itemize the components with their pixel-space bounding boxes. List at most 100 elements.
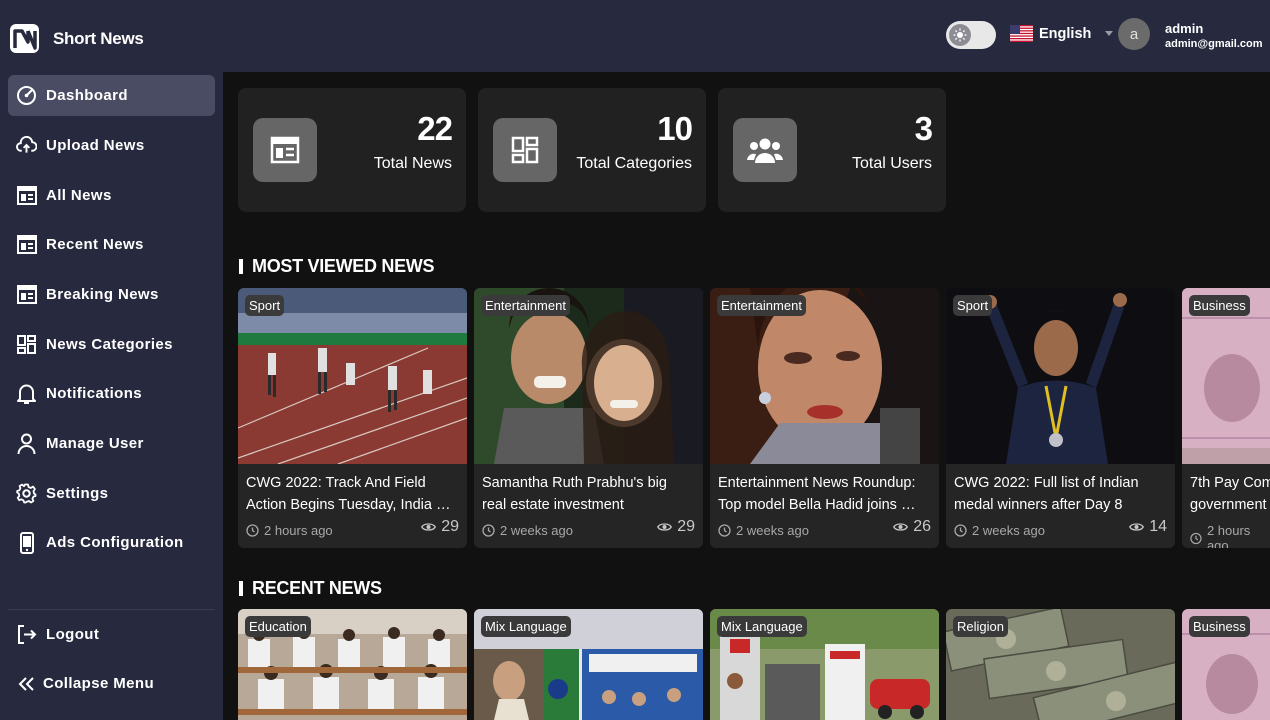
news-time: 2 weeks ago (718, 523, 809, 538)
sidebar-item-news-categories[interactable]: News Categories (8, 324, 215, 365)
collapse-menu-button[interactable]: Collapse Menu (8, 663, 215, 704)
news-time: 2 weeks ago (954, 523, 1045, 538)
news-card[interactable]: Mix Language (474, 609, 703, 720)
newspaper-icon (16, 284, 37, 305)
category-badge[interactable]: Entertainment (481, 295, 570, 316)
category-badge[interactable]: Business (1189, 295, 1250, 316)
news-card[interactable]: Mix Language (710, 609, 939, 720)
mobile-icon (16, 531, 37, 554)
news-time: 2 hours ago (1190, 523, 1270, 548)
gear-icon (16, 483, 37, 504)
sidebar-item-label: Upload News (46, 137, 145, 154)
news-views: 29 (657, 518, 695, 536)
section-bar (239, 259, 243, 274)
news-time: 2 weeks ago (482, 523, 573, 538)
stat-value: 22 (417, 110, 453, 147)
logout-button[interactable]: Logout (8, 614, 215, 655)
user-info[interactable]: admin admin@gmail.com (1165, 21, 1263, 52)
clock-icon (1190, 532, 1202, 544)
category-badge[interactable]: Religion (953, 616, 1008, 637)
news-card[interactable]: Entertainment Entertainment News Roundup… (710, 288, 939, 548)
logout-icon (16, 624, 37, 645)
views-count: 29 (677, 518, 695, 535)
section-heading-recent-news: RECENT NEWS (239, 578, 382, 599)
category-badge[interactable]: Mix Language (717, 616, 807, 637)
sun-icon (949, 24, 971, 46)
stat-label: Total Categories (576, 155, 692, 172)
views-count: 14 (1149, 518, 1167, 535)
news-card[interactable]: Entertainment Samantha Ruth Prabhu's big… (474, 288, 703, 548)
category-badge[interactable]: Sport (245, 295, 285, 316)
sidebar-item-ads-configuration[interactable]: Ads Configuration (8, 522, 215, 563)
sidebar-item-label: Dashboard (46, 87, 128, 104)
time-text: 2 hours ago (264, 523, 333, 538)
sidebar-item-settings[interactable]: Settings (8, 473, 215, 514)
double-chevron-left-icon (16, 673, 37, 694)
sidebar-item-label: News Categories (46, 336, 173, 353)
news-title[interactable]: CWG 2022: Full list of Indian medal winn… (954, 472, 1161, 516)
us-flag-icon (1010, 25, 1033, 42)
section-title: MOST VIEWED NEWS (252, 256, 435, 276)
app-name: Short News (53, 28, 144, 48)
views-count: 26 (913, 518, 931, 535)
news-views: 29 (421, 518, 459, 536)
sidebar-item-notifications[interactable]: Notifications (8, 373, 215, 414)
sidebar-item-upload-news[interactable]: Upload News (8, 125, 215, 166)
logout-label: Logout (46, 626, 100, 643)
stat-value: 3 (914, 110, 933, 147)
sidebar-item-recent-news[interactable]: Recent News (8, 224, 215, 265)
category-badge[interactable]: Mix Language (481, 616, 571, 637)
news-title[interactable]: CWG 2022: Track And Field Action Begins … (246, 472, 453, 516)
time-text: 2 weeks ago (736, 523, 809, 538)
clock-icon (718, 524, 731, 537)
sidebar-item-dashboard[interactable]: Dashboard (8, 75, 215, 116)
time-text: 2 weeks ago (972, 523, 1045, 538)
category-badge[interactable]: Sport (953, 295, 993, 316)
theme-toggle[interactable] (946, 21, 996, 49)
stat-card-total-users[interactable]: 3 Total Users (718, 88, 946, 212)
news-title[interactable]: Entertainment News Roundup: Top model Be… (718, 472, 925, 516)
category-badge[interactable]: Education (245, 616, 311, 637)
category-badge[interactable]: Entertainment (717, 295, 806, 316)
views-count: 29 (441, 518, 459, 535)
sidebar-item-label: All News (46, 187, 112, 204)
newspaper-icon (16, 234, 37, 255)
sidebar-item-label: Ads Configuration (46, 534, 184, 551)
sidebar-item-label: Settings (46, 485, 109, 502)
user-icon (16, 433, 37, 454)
user-email: admin@gmail.com (1165, 38, 1263, 50)
news-card[interactable]: Sport CWG 2022: Track And Field Action B… (238, 288, 467, 548)
eye-icon (657, 523, 673, 531)
bell-icon (16, 383, 37, 404)
news-card[interactable]: Religion (946, 609, 1175, 720)
sidebar-item-breaking-news[interactable]: Breaking News (8, 274, 215, 315)
grid-icon (493, 118, 557, 182)
stat-card-total-categories[interactable]: 10 Total Categories (478, 88, 706, 212)
section-title: RECENT NEWS (252, 578, 382, 598)
language-selector[interactable]: English (1010, 25, 1114, 42)
news-card[interactable]: Sport CWG 2022: Full list of Indian meda… (946, 288, 1175, 548)
sidebar-item-manage-user[interactable]: Manage User (8, 423, 215, 464)
section-bar (239, 581, 243, 596)
brand[interactable]: Short News (10, 24, 144, 53)
newspaper-icon (16, 185, 37, 206)
sidebar-item-all-news[interactable]: All News (8, 175, 215, 216)
dashboard-gauge-icon (16, 85, 37, 106)
clock-icon (954, 524, 967, 537)
time-text: 2 weeks ago (500, 523, 573, 538)
news-time: 2 hours ago (246, 523, 333, 538)
news-card[interactable]: Business (1182, 609, 1270, 720)
category-badge[interactable]: Business (1189, 616, 1250, 637)
news-title[interactable]: 7th Pay Commission: Central government e… (1190, 472, 1270, 516)
news-title[interactable]: Samantha Ruth Prabhu's big real estate i… (482, 472, 689, 516)
sidebar-item-label: Notifications (46, 385, 143, 402)
avatar[interactable]: a (1118, 18, 1150, 50)
news-card[interactable]: Education (238, 609, 467, 720)
user-name: admin (1165, 21, 1204, 36)
clock-icon (482, 524, 495, 537)
news-card[interactable]: Business 7th Pay Commission: Central gov… (1182, 288, 1270, 548)
collapse-menu-label: Collapse Menu (43, 675, 155, 692)
eye-icon (1129, 523, 1145, 531)
stat-card-total-news[interactable]: 22 Total News (238, 88, 466, 212)
grid-icon (16, 334, 37, 355)
